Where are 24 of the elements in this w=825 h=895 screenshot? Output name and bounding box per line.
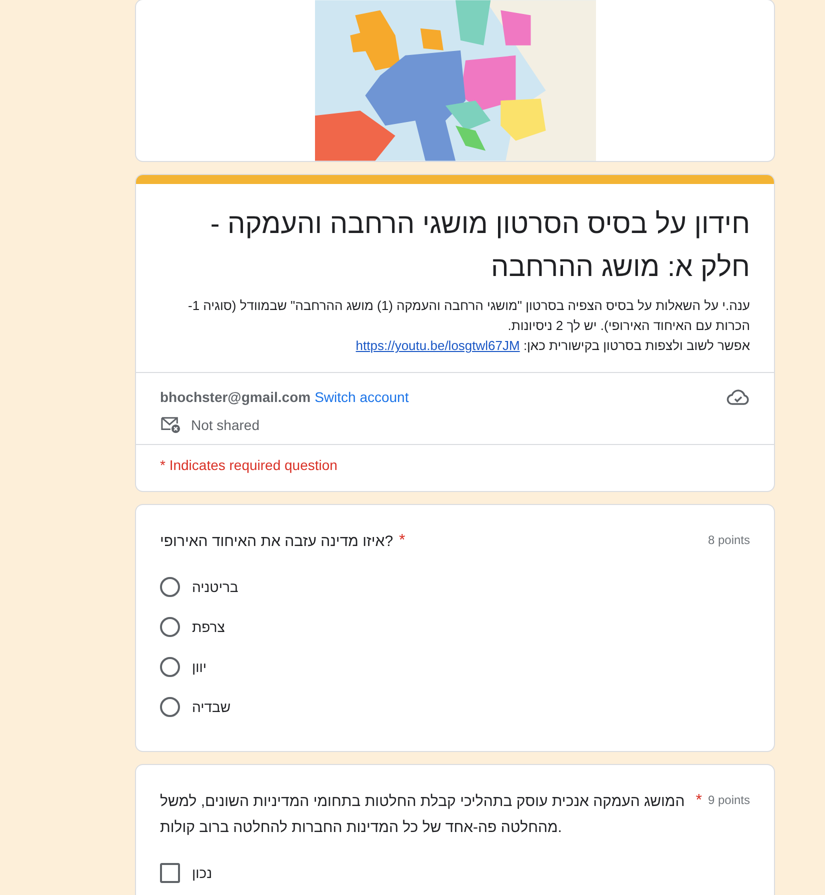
question-text: המושג העמקה אנכית עוסק בתהליכי קבלת החלטות בתחומי המדיניות השונים, למשל מהחלטה פה-אחד של כל המדינות החברות להחלטה ברוב קולות. [160,792,686,838]
radio-button[interactable] [160,577,180,597]
option-label: שבדיה [192,699,231,715]
radio-button[interactable] [160,697,180,717]
required-note: * Indicates required question [136,444,774,491]
mail-blocked-icon [160,415,181,434]
checkbox[interactable] [160,863,180,883]
form-title: חידון על בסיס הסרטון מושגי הרחבה והעמקה - חלק א: מושג ההרחבה [209,207,750,284]
required-asterisk: * [696,791,702,811]
radio-button[interactable] [160,657,180,677]
option-label: בריטניה [192,579,238,595]
account-email: bhochster@gmail.com [160,389,311,405]
video-link[interactable]: https://youtu.be/losgtwl67JM [356,338,520,353]
points-label: 9 points [708,792,750,807]
option-label: יוון [192,659,207,675]
option-label: צרפת [192,619,225,635]
points-label: 8 points [708,532,750,547]
sharing-status: Not shared [191,416,260,432]
question-text: איזו מדינה עזבה את האיחוד האירופי? [160,532,394,552]
option-label: נכון [192,865,212,881]
required-asterisk: * [399,531,406,551]
form-description: ענה.י על השאלות על בסיס הצפיה בסרטון "מושגי הרחבה והעמקה (1) מושג ההרחבה" שבמוודל (סוגיה 1- הכרות עם האיחוד האירופי). יש לך 2 ניסיונות. [186,297,750,335]
switch-account-link[interactable]: Switch account [314,389,409,405]
radio-button[interactable] [160,617,180,637]
